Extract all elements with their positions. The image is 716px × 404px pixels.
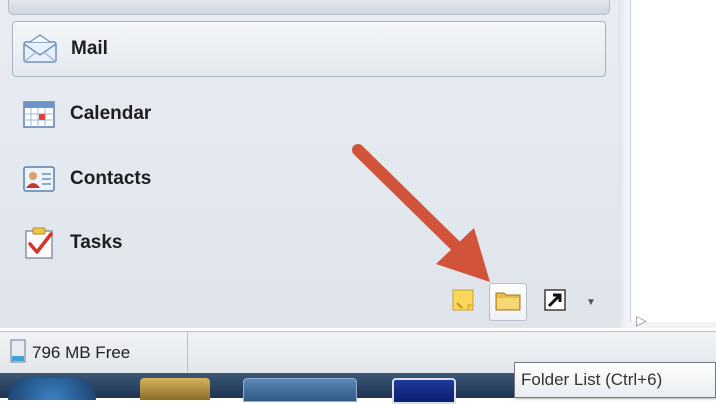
- nav-item-label: Mail: [71, 38, 108, 59]
- content-pane-inner: [630, 0, 716, 322]
- nav-item-contacts[interactable]: Contacts: [12, 151, 606, 207]
- notes-button[interactable]: [446, 285, 480, 319]
- mail-icon: [21, 30, 59, 68]
- nav-pane-header-edge: [8, 0, 610, 15]
- taskbar-app-explorer[interactable]: [140, 378, 210, 400]
- nav-item-label: Tasks: [70, 232, 123, 253]
- nav-item-calendar[interactable]: Calendar: [12, 86, 606, 142]
- nav-item-label: Contacts: [70, 168, 152, 189]
- tooltip-text: Folder List (Ctrl+6): [521, 370, 663, 389]
- nav-bottom-button-bar: ▼: [0, 275, 627, 328]
- annotation-arrow: [352, 144, 490, 282]
- calendar-icon: [20, 95, 58, 133]
- contacts-icon: [20, 160, 58, 198]
- shortcuts-icon: [544, 288, 566, 316]
- free-space-label: 796 MB Free: [32, 343, 131, 362]
- navigation-pane: Mail Calendar Contacts Tasks ▼: [0, 0, 627, 328]
- nav-item-tasks[interactable]: Tasks: [12, 215, 606, 271]
- tasks-icon: [20, 224, 58, 262]
- disk-icon: [10, 339, 26, 368]
- notes-icon: [452, 289, 474, 316]
- expand-arrow-icon-bottom[interactable]: ▷: [636, 312, 647, 329]
- start-button[interactable]: [8, 378, 96, 400]
- taskbar-app-window[interactable]: [392, 378, 456, 404]
- taskbar-app-ie[interactable]: [243, 378, 357, 402]
- pane-splitter[interactable]: [618, 0, 627, 328]
- shortcuts-button[interactable]: [538, 285, 572, 319]
- folder-list-icon: [495, 289, 521, 316]
- folder-list-tooltip: Folder List (Ctrl+6): [514, 362, 716, 398]
- configure-buttons-menu[interactable]: ▼: [580, 287, 602, 317]
- status-free-space: 796 MB Free: [0, 332, 188, 374]
- nav-item-label: Calendar: [70, 103, 152, 124]
- nav-item-mail[interactable]: Mail: [12, 21, 606, 77]
- configure-buttons-chevron-icon: ▼: [586, 296, 596, 308]
